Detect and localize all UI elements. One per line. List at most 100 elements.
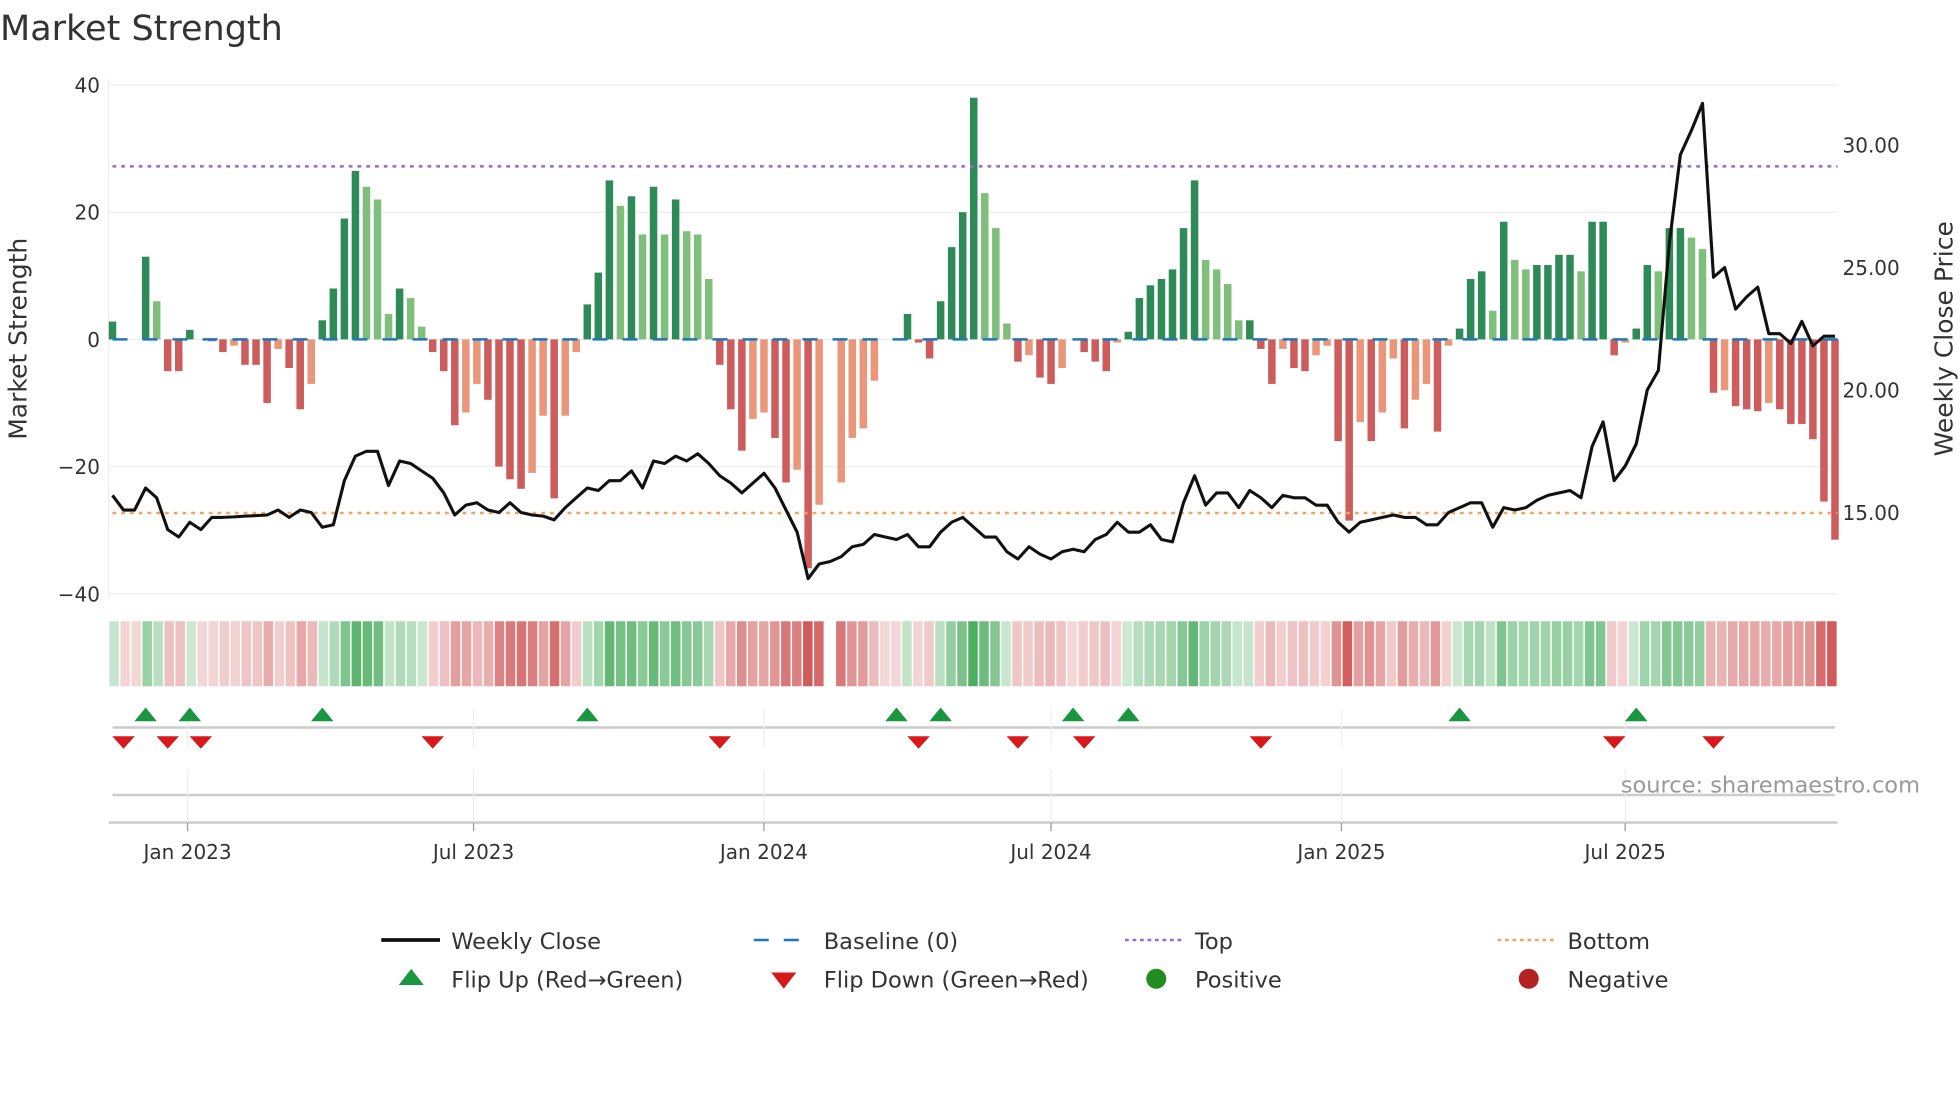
strength-bar <box>870 339 879 381</box>
strength-heat-cell <box>957 621 967 687</box>
strength-heat-cell <box>1761 621 1771 687</box>
strength-heat-cell <box>109 621 119 687</box>
strength-heat-cell <box>1584 621 1595 687</box>
strength-bar <box>682 231 691 340</box>
strength-heat-cell <box>1518 621 1529 687</box>
strength-bar <box>727 339 735 410</box>
strength-bar <box>263 339 271 403</box>
strength-heat-cell <box>1034 621 1044 687</box>
strength-heat-cell <box>153 621 163 687</box>
strength-bar <box>771 339 779 438</box>
strength-heat-cell <box>1166 621 1176 687</box>
strength-heat-cell <box>1375 621 1386 687</box>
strength-bar <box>384 313 393 340</box>
strength-bar <box>1080 339 1088 353</box>
strength-heat-cell <box>1210 621 1221 687</box>
strength-heat-cell <box>1331 621 1342 687</box>
strength-heat-cell <box>406 621 417 687</box>
strength-heat-cell <box>1794 621 1804 687</box>
strength-heat-cell <box>186 621 196 687</box>
strength-heat-cell <box>1100 621 1110 687</box>
strength-heat-cell <box>1694 621 1705 687</box>
strength-heat-cell <box>219 621 229 687</box>
strength-bar <box>296 339 304 410</box>
strength-heat-cell <box>648 621 659 687</box>
strength-heat-cell <box>1430 621 1441 687</box>
strength-heat-cell <box>1617 621 1628 687</box>
strength-heat-cell <box>968 621 978 687</box>
y-right-tick-label: 25.00 <box>1843 256 1900 280</box>
strength-heat-cell <box>450 621 461 687</box>
strength-heat-cell <box>1529 621 1540 687</box>
flip-up-marker <box>885 707 908 722</box>
strength-bar <box>1146 285 1155 340</box>
strength-bar <box>705 278 713 340</box>
strength-heat-cell <box>230 621 241 687</box>
strength-heat-cell <box>428 621 439 687</box>
strength-bar <box>484 339 492 400</box>
strength-heat-cell <box>362 621 373 687</box>
strength-heat-cell <box>1188 621 1198 687</box>
legend-item: Top <box>1125 929 1233 955</box>
strength-bar <box>440 339 448 372</box>
strength-bar <box>1356 339 1364 423</box>
strength-bar <box>1411 339 1420 400</box>
strength-bar <box>1400 339 1409 429</box>
y-tick-label: 40 <box>75 74 100 98</box>
flip-down-marker <box>1249 736 1273 749</box>
strength-bar <box>1577 271 1585 340</box>
strength-bar <box>1742 339 1751 410</box>
flip-down-marker <box>907 736 930 749</box>
strength-bar <box>1157 278 1166 340</box>
strength-bar <box>473 339 481 384</box>
strength-heat-cell <box>990 621 1000 687</box>
flip-down-marker <box>1072 736 1096 749</box>
strength-bar <box>903 313 912 340</box>
circle-icon <box>1518 968 1539 989</box>
strength-heat-cell <box>615 621 626 687</box>
strength-heat-cell <box>582 621 593 687</box>
strength-heat-cell <box>770 621 780 687</box>
strength-heat-cell <box>1628 621 1639 687</box>
strength-heat-cell <box>1001 621 1011 687</box>
legend-item: Bottom <box>1497 929 1650 955</box>
strength-bar <box>1787 339 1795 424</box>
flip-up-marker <box>311 707 334 722</box>
strength-bar <box>495 339 503 467</box>
strength-bar <box>1720 339 1729 391</box>
strength-heat-cell <box>814 621 824 687</box>
legend-label: Positive <box>1195 968 1282 994</box>
flip-up-marker <box>178 707 202 722</box>
strength-bar <box>738 339 746 451</box>
strength-bar <box>152 301 161 340</box>
strength-heat-cell <box>1683 621 1694 687</box>
strength-bar <box>1566 254 1574 340</box>
flip-down-marker <box>421 736 444 749</box>
strength-bar <box>506 339 514 480</box>
strength-bar <box>1544 264 1552 340</box>
flip-up-marker <box>1061 707 1085 722</box>
source-label: source: sharemaestro.com <box>1621 773 1920 799</box>
strength-bar <box>241 339 249 365</box>
strength-heat-cell <box>164 621 174 687</box>
strength-heat-cell <box>384 621 395 687</box>
strength-bar <box>793 339 801 470</box>
x-tick-label: Jan 2024 <box>718 840 808 864</box>
strength-bar <box>340 218 349 340</box>
strength-bar <box>406 298 415 340</box>
x-tick-label: Jul 2024 <box>1008 840 1091 864</box>
strength-bar <box>594 272 603 340</box>
flip-up-marker <box>1448 707 1471 722</box>
strength-heat-cell <box>439 621 450 687</box>
strength-heat-cell <box>637 621 648 687</box>
strength-heat-cell <box>1276 621 1287 687</box>
strength-heat-cell <box>1320 621 1331 687</box>
strength-heat-cell <box>1606 621 1617 687</box>
strength-heat-cell <box>692 621 703 687</box>
flip-down-marker <box>1006 736 1030 749</box>
strength-heat-cell <box>946 621 956 687</box>
legend: Weekly Close Baseline (0) Top Bottom Flip Up… <box>381 929 1668 994</box>
strength-bar <box>583 304 592 340</box>
strength-heat-cell <box>505 621 516 687</box>
strength-heat-cell <box>131 621 141 687</box>
